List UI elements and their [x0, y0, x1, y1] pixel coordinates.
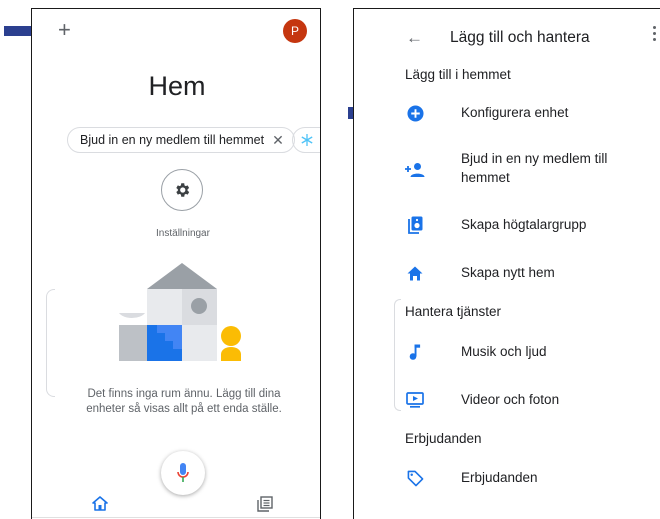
- page-title: Hem: [148, 71, 206, 101]
- menu-item-line: hemmet: [461, 170, 510, 185]
- menu-item-speaker-group[interactable]: Skapa högtalargrupp: [461, 215, 586, 234]
- close-icon[interactable]: ✕: [272, 132, 284, 149]
- page-title: Lägg till och hantera: [450, 29, 590, 46]
- next-chip[interactable]: [292, 127, 320, 153]
- more-options-icon[interactable]: [653, 26, 657, 44]
- video-icon: [404, 389, 426, 411]
- music-note-icon: [404, 341, 426, 363]
- section-manage-services: Hantera tjänster: [405, 304, 502, 319]
- scroll-edge: [394, 299, 401, 411]
- menu-item-videos-photos[interactable]: Videor och foton: [461, 390, 559, 409]
- tag-icon: [404, 467, 426, 489]
- back-icon[interactable]: ←: [406, 29, 423, 47]
- menu-item-create-home[interactable]: Skapa nytt hem: [461, 263, 555, 282]
- snowflake-icon: [301, 134, 313, 146]
- feed-icon: [257, 496, 273, 512]
- menu-item-offers[interactable]: Erbjudanden: [461, 468, 538, 487]
- nav-home-tab[interactable]: [92, 496, 108, 516]
- add-and-manage-screen: ← Lägg till och hantera Lägg till i hemm…: [353, 8, 660, 519]
- add-icon[interactable]: +: [58, 19, 71, 41]
- microphone-button[interactable]: [161, 451, 205, 495]
- section-offers: Erbjudanden: [405, 431, 482, 446]
- home-screen: + P Hem Bjud in en ny medlem till hemmet…: [31, 8, 321, 519]
- home-icon: [92, 496, 108, 511]
- microphone-icon: [177, 463, 189, 482]
- invite-chip-label: Bjud in en ny medlem till hemmet: [80, 133, 265, 147]
- gear-icon: [176, 183, 190, 197]
- person-add-icon: [404, 159, 426, 181]
- menu-item-setup-device[interactable]: Konfigurera enhet: [461, 103, 568, 122]
- home-icon: [404, 262, 426, 284]
- invite-member-chip[interactable]: Bjud in en ny medlem till hemmet ✕: [67, 127, 295, 153]
- settings-label: Inställningar: [156, 228, 210, 239]
- empty-message-line: enheter så visas allt på ett enda ställe…: [86, 403, 282, 415]
- avatar[interactable]: P: [283, 19, 307, 43]
- empty-home-illustration: [119, 263, 241, 361]
- menu-item-line: Bjud in en ny medlem till: [461, 151, 608, 166]
- section-add-to-home: Lägg till i hemmet: [405, 67, 511, 82]
- menu-item-invite-member[interactable]: Bjud in en ny medlem till hemmet: [461, 149, 607, 187]
- menu-item-music-audio[interactable]: Musik och ljud: [461, 342, 547, 361]
- bottom-nav-divider: [32, 517, 320, 518]
- settings-button[interactable]: [161, 169, 203, 211]
- add-circle-icon: [404, 102, 426, 124]
- empty-message: Det finns inga rum ännu. Lägg till dina …: [72, 387, 296, 417]
- nav-feed-tab[interactable]: [257, 496, 273, 517]
- speaker-group-icon: [404, 214, 426, 236]
- empty-message-line: Det finns inga rum ännu. Lägg till dina: [87, 388, 281, 400]
- scroll-edge: [46, 289, 55, 397]
